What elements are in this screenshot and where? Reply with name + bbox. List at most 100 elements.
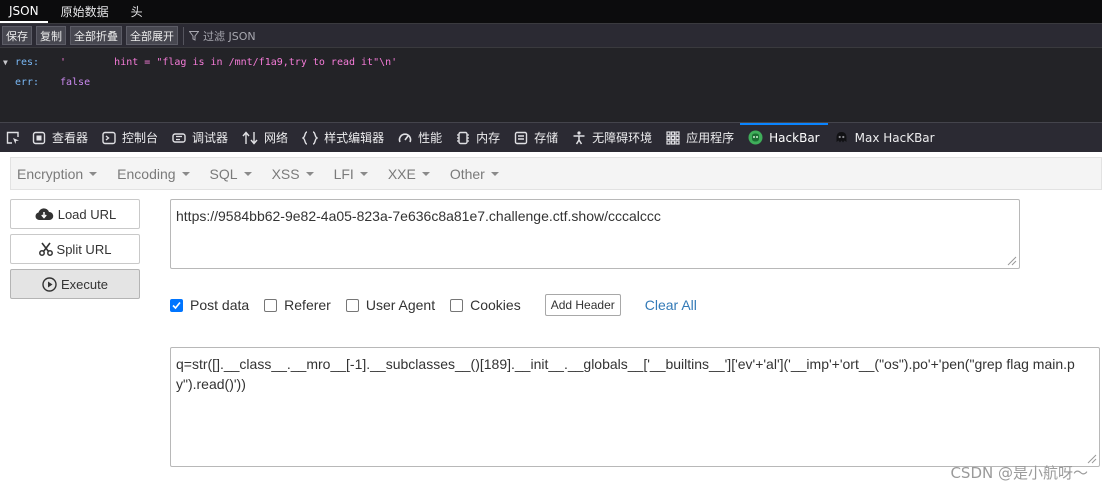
inspector-icon [32,131,46,144]
style-editor-icon [302,130,319,145]
console-icon [102,131,116,144]
url-value: https://9584bb62-9e82-4a05-823a-7e636c8a… [176,208,661,224]
option-cookies[interactable]: Cookies [450,297,521,313]
filter-json-input[interactable]: 过滤 JSON [189,28,256,44]
hackbar-menubar: Encryption Encoding SQL XSS LFI XXE Othe… [10,157,1102,190]
referer-checkbox[interactable] [264,298,278,312]
devtools-tab-style-editor[interactable]: 样式编辑器 [302,123,384,153]
devtools-tab-inspector[interactable]: 查看器 [32,123,88,153]
devtools-tab-application[interactable]: 应用程序 [666,123,734,153]
devtools-tab-label: Max HacKBar [854,130,935,145]
devtools-tab-max-hackbar[interactable]: Max HacKBar [834,123,935,153]
devtools-tab-console[interactable]: 控制台 [102,123,158,153]
caret-down-icon [243,171,252,176]
menu-other[interactable]: Other [444,166,505,182]
expand-toggle-icon[interactable]: ▼ [3,58,15,67]
post-data-textarea[interactable]: q=str([].__class__.__mro__[-1].__subclas… [170,347,1100,467]
devtools-tab-label: 内存 [476,131,501,145]
cookies-label: Cookies [470,297,521,313]
menu-label: SQL [209,165,238,182]
referer-label: Referer [284,297,331,313]
devtools-tab-label: 查看器 [52,131,89,145]
performance-icon [398,132,412,142]
menu-encryption[interactable]: Encryption [11,166,103,182]
csdn-watermark: CSDN @是小航呀～ [950,464,1088,482]
add-header-button[interactable]: Add Header [544,294,621,316]
devtools-tab-label: 无障碍环境 [592,131,653,145]
json-key: err: [15,76,40,88]
json-toolbar: 保存 复制 全部折叠 全部展开 过滤 JSON [0,24,1102,48]
menu-label: Encryption [17,165,84,182]
hackbar-icon [748,130,763,145]
load-url-button[interactable]: Load URL [10,199,140,229]
user-agent-checkbox[interactable] [345,298,359,312]
scissors-icon [38,242,53,256]
devtools-tab-debugger[interactable]: 调试器 [172,123,228,153]
menu-xxe[interactable]: XXE [382,166,436,182]
request-options: Post data Referer User Agent Cookies Add… [170,294,697,316]
execute-label: Execute [61,276,108,292]
collapse-all-button[interactable]: 全部折叠 [70,26,122,45]
json-key: res: [15,56,40,68]
hackbar-panel: Encryption Encoding SQL XSS LFI XXE Othe… [0,152,1102,490]
max-hackbar-icon [836,132,847,143]
element-picker-icon[interactable] [6,131,20,145]
devtools-tab-bar: 查看器 控制台 调试器 网络 样式编辑器 性能 内存 存储 无障碍环境 应用程序… [0,122,1102,152]
devtools-tab-network[interactable]: 网络 [242,123,288,153]
tab-headers[interactable]: 头 [122,0,152,23]
json-value: ' hint = "flag is in /mnt/f1a9,try to re… [60,56,398,68]
save-button[interactable]: 保存 [2,26,32,45]
json-row-err[interactable]: err: false [0,72,1102,92]
devtools-tab-performance[interactable]: 性能 [398,123,442,153]
menu-sql[interactable]: SQL [204,166,258,182]
resize-grip-icon[interactable] [1005,254,1017,266]
menu-encoding[interactable]: Encoding [111,166,195,182]
url-textarea[interactable]: https://9584bb62-9e82-4a05-823a-7e636c8a… [170,199,1020,269]
memory-icon [457,131,470,144]
devtools-tab-storage[interactable]: 存储 [514,123,558,153]
clear-all-link[interactable]: Clear All [645,297,697,313]
devtools-tab-hackbar[interactable]: HackBar [740,122,829,153]
expand-all-button[interactable]: 全部展开 [126,26,178,45]
json-viewer-tabs: JSON 原始数据 头 [0,0,1102,24]
filter-placeholder: 过滤 JSON [203,29,256,43]
caret-down-icon [305,171,314,176]
toolbar-divider [183,26,184,45]
load-url-label: Load URL [57,206,117,222]
menu-xss[interactable]: XSS [266,166,320,182]
cookies-checkbox[interactable] [450,298,464,312]
storage-icon [514,131,528,144]
split-url-button[interactable]: Split URL [10,234,140,264]
caret-down-icon [181,171,190,176]
devtools-tab-label: 样式编辑器 [324,131,385,145]
menu-lfi[interactable]: LFI [328,166,374,182]
menu-label: Encoding [117,165,176,182]
user-agent-label: User Agent [365,297,436,313]
tab-json[interactable]: JSON [0,0,48,23]
devtools-tab-label: 应用程序 [686,131,735,145]
devtools-tab-label: 调试器 [192,131,229,145]
debugger-icon [172,132,186,143]
play-circle-icon [42,276,57,292]
caret-down-icon [359,171,368,176]
tab-raw-data[interactable]: 原始数据 [52,0,118,23]
checkmark-icon [172,301,181,309]
caret-down-icon [490,171,499,176]
devtools-tab-label: 性能 [418,131,443,145]
execute-button[interactable]: Execute [10,269,140,299]
cloud-download-icon [35,208,53,220]
post-data-checkbox[interactable] [170,298,183,312]
devtools-tab-memory[interactable]: 内存 [456,123,500,153]
devtools-tab-label: 网络 [264,131,289,145]
copy-button[interactable]: 复制 [36,26,66,45]
json-row-res[interactable]: ▼ res: ' hint = "flag is in /mnt/f1a9,tr… [0,52,1102,72]
split-url-label: Split URL [56,241,112,257]
option-referer[interactable]: Referer [264,297,331,313]
devtools-tab-accessibility[interactable]: 无障碍环境 [572,123,652,153]
option-post-data[interactable]: Post data [170,297,249,313]
menu-label: XXE [387,165,416,182]
menu-label: LFI [333,165,354,182]
caret-down-icon [89,171,98,176]
application-icon [666,130,680,145]
option-user-agent[interactable]: User Agent [345,297,436,313]
